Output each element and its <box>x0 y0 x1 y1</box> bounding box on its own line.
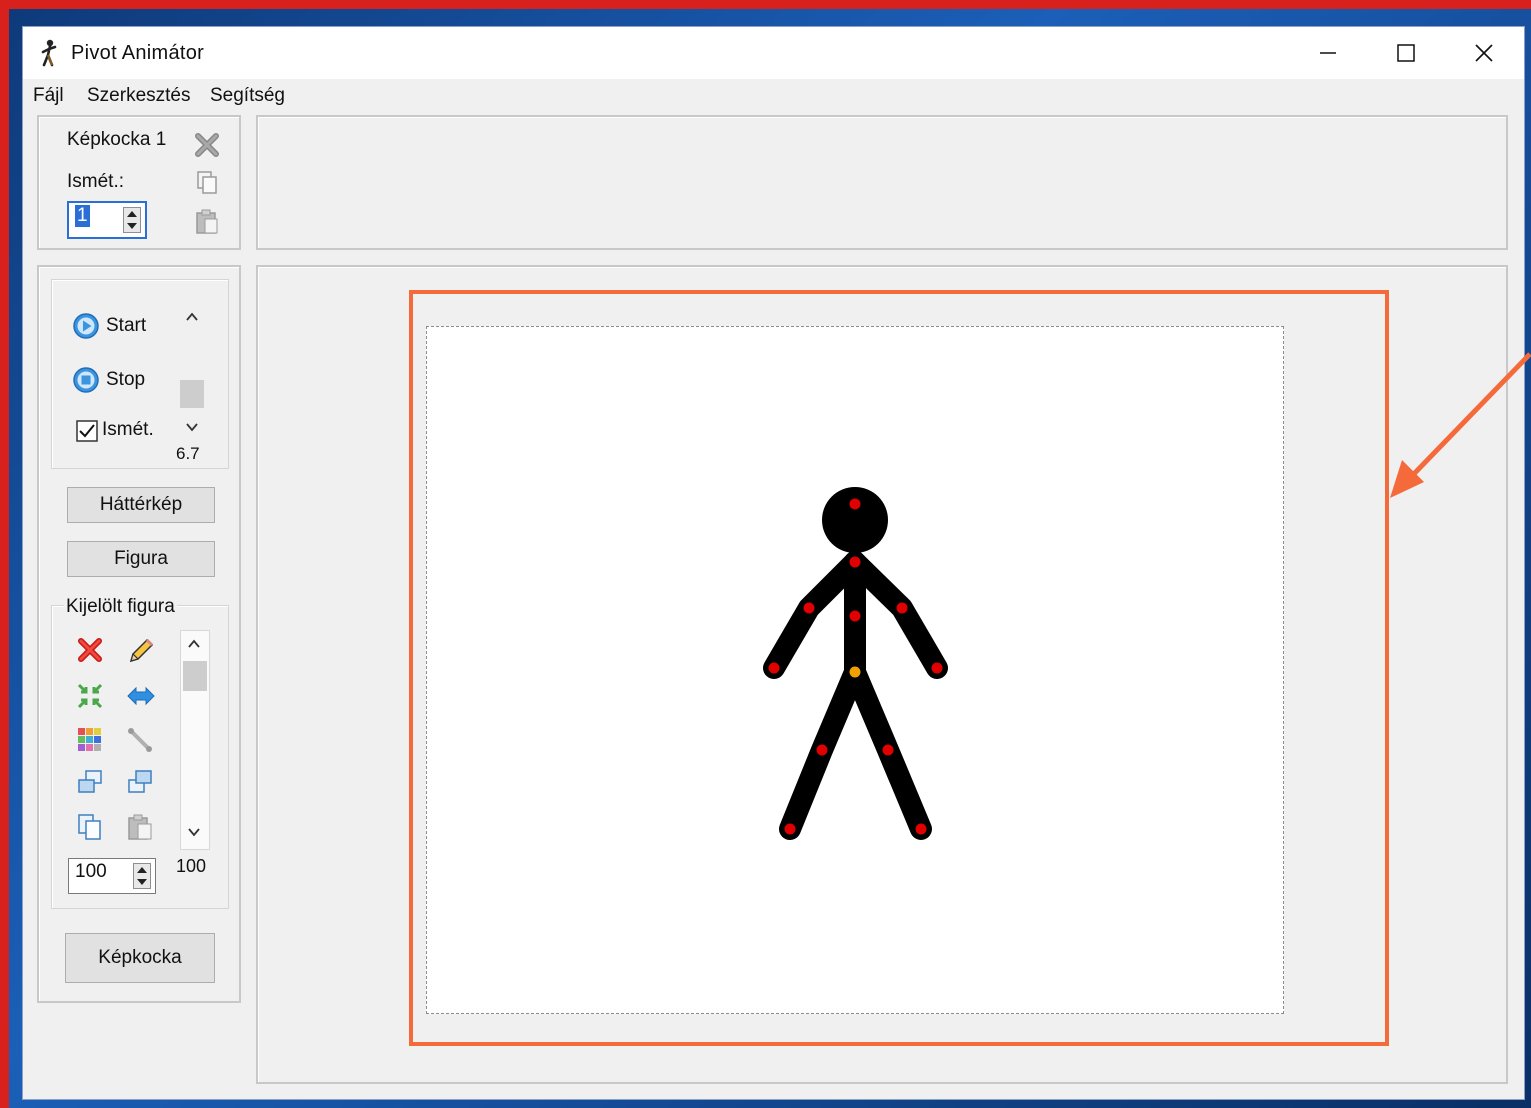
add-frame-button[interactable]: Képkocka <box>65 933 215 983</box>
spinner-arrows-icon[interactable] <box>133 863 151 889</box>
maximize-icon <box>1397 44 1415 62</box>
background-button[interactable]: Háttérkép <box>67 487 215 523</box>
bring-to-front-icon[interactable] <box>76 768 104 796</box>
segment-tool-icon[interactable] <box>126 726 154 754</box>
menu-edit[interactable]: Szerkesztés <box>87 85 190 107</box>
frame-timeline[interactable] <box>256 115 1508 250</box>
color-palette-icon[interactable] <box>76 726 104 754</box>
chevron-down-icon[interactable] <box>184 420 200 434</box>
copy-figure-icon[interactable] <box>76 812 104 842</box>
playback-group: Start Stop Ismét. 6.7 <box>51 279 229 469</box>
figure-button[interactable]: Figura <box>67 541 215 577</box>
loop-label: Ismét. <box>102 419 154 440</box>
close-icon <box>1475 44 1493 62</box>
chevron-up-icon[interactable] <box>184 310 200 324</box>
size-scroll-value: 100 <box>176 856 207 876</box>
minimize-button[interactable] <box>1289 27 1367 79</box>
selected-figure-group: Kijelölt figura 100 100 <box>51 596 229 909</box>
size-scroll-thumb[interactable] <box>183 661 207 691</box>
speed-scrollbar[interactable] <box>178 306 206 442</box>
tools-panel: Start Stop Ismét. 6.7 Háttérkép Figura K… <box>37 265 241 1003</box>
flip-horizontal-icon[interactable] <box>126 682 156 710</box>
menu-file[interactable]: Fájl <box>33 85 64 107</box>
minimize-icon <box>1320 52 1336 54</box>
delete-frame-icon[interactable] <box>193 131 221 159</box>
send-to-back-icon[interactable] <box>126 768 154 796</box>
close-button[interactable] <box>1445 27 1523 79</box>
start-button[interactable]: Start <box>106 315 146 337</box>
loop-checkbox[interactable] <box>76 420 98 442</box>
selected-figure-title: Kijelölt figura <box>64 596 177 618</box>
repeat-spinner[interactable]: 1 <box>67 201 147 239</box>
chevron-up-icon[interactable] <box>186 637 202 651</box>
menu-help[interactable]: Segítség <box>210 85 285 107</box>
frame-title: Képkocka 1 <box>67 129 167 150</box>
maximize-button[interactable] <box>1367 27 1445 79</box>
stickman-app-icon <box>41 39 57 67</box>
stop-icon[interactable] <box>72 366 100 394</box>
play-icon[interactable] <box>72 312 100 340</box>
paste-frame-icon[interactable] <box>193 207 221 235</box>
frame-panel: Képkocka 1 Ismét.: 1 <box>37 115 241 250</box>
stop-button[interactable]: Stop <box>106 369 145 391</box>
paste-figure-icon[interactable] <box>126 812 154 842</box>
menu-bar: Fájl Szerkesztés Segítség <box>23 79 1524 113</box>
title-bar: Pivot Animátor <box>23 27 1524 79</box>
size-spinner[interactable]: 100 <box>68 858 156 894</box>
repeat-label: Ismét.: <box>67 171 125 192</box>
speed-value: 6.7 <box>176 444 200 463</box>
copy-frame-icon[interactable] <box>193 169 221 197</box>
spinner-arrows-icon[interactable] <box>123 207 141 233</box>
pencil-icon[interactable] <box>126 636 156 666</box>
chevron-down-icon[interactable] <box>186 825 202 839</box>
highlight-box <box>409 290 1389 1046</box>
annotation-arrow-icon <box>1390 352 1531 498</box>
speed-scroll-thumb[interactable] <box>180 380 204 408</box>
size-scrollbar[interactable] <box>180 630 210 850</box>
shrink-icon[interactable] <box>76 682 104 710</box>
window-title: Pivot Animátor <box>71 42 205 64</box>
delete-figure-icon[interactable] <box>76 636 104 664</box>
